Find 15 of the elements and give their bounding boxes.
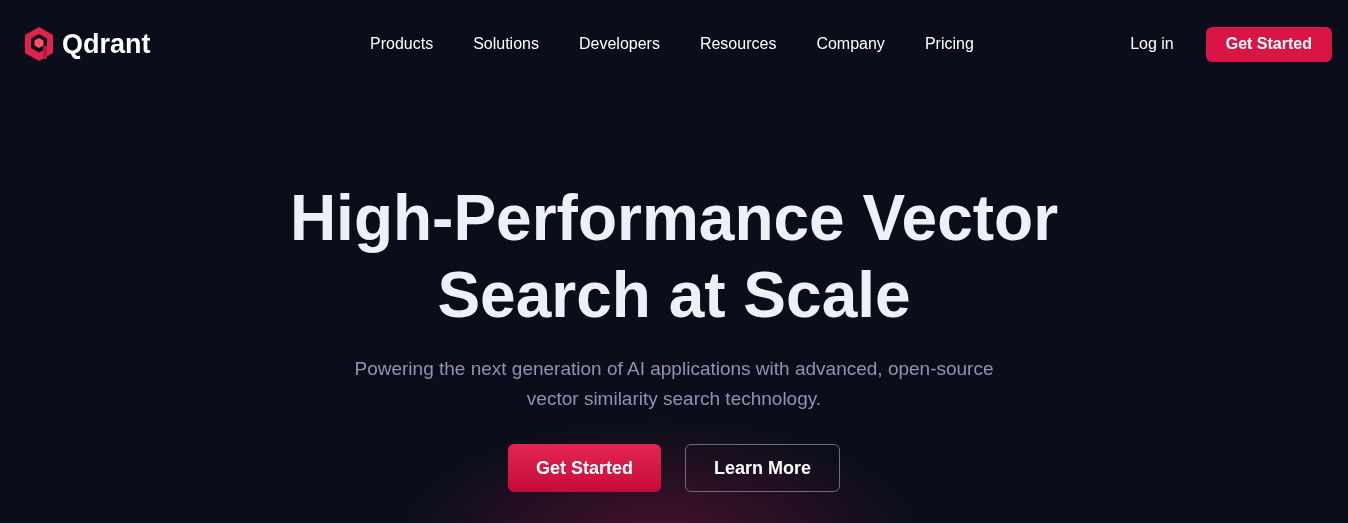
nav-link[interactable]: Products (370, 32, 434, 56)
brand-name[interactable]: Qdrant (62, 23, 151, 65)
hero-subtitle: Powering the next generation of AI applications with advanced, open-source vector similarity search technology. (354, 357, 994, 411)
get-started-button[interactable]: Get Started (507, 444, 661, 492)
learn-more-button[interactable]: Learn More (685, 444, 841, 492)
hero-heading: Search at Scale (437, 258, 911, 333)
nav-link[interactable]: Company (816, 32, 885, 56)
logo-icon (24, 26, 54, 62)
login-link[interactable]: Log in (1130, 32, 1174, 56)
get-started-button[interactable]: Get Started (1205, 26, 1332, 62)
nav-link[interactable]: Solutions (473, 32, 539, 56)
nav-link[interactable]: Pricing (924, 32, 974, 56)
nav-link[interactable]: Developers (578, 32, 660, 56)
nav-link[interactable]: Resources (699, 32, 777, 56)
hero-heading: High-Performance Vector (289, 181, 1059, 256)
